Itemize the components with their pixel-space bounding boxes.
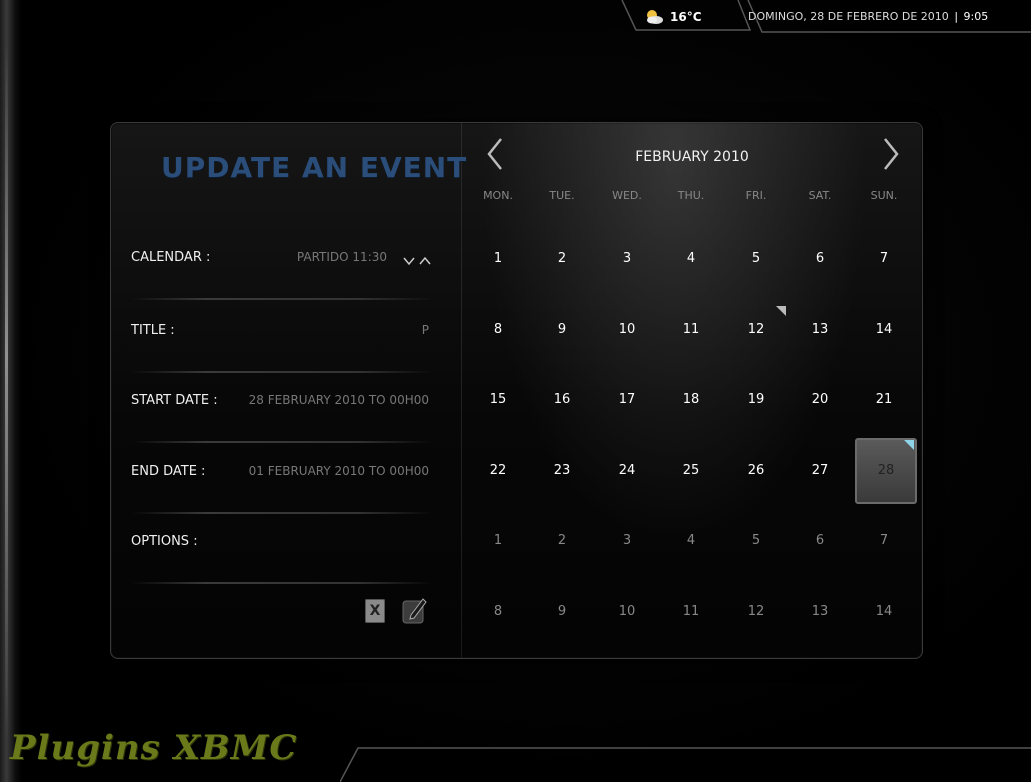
calendar-day[interactable]: 13 (788, 592, 852, 632)
start-date-field-row[interactable]: START DATE : 28 FEBRUARY 2010 TO 00H00 (131, 381, 433, 443)
date-time-separator: | (954, 10, 959, 23)
calendar-day[interactable]: 22 (466, 451, 530, 491)
calendar-day[interactable]: 3 (595, 521, 659, 561)
title-field-row[interactable]: TITLE : P (131, 311, 433, 373)
event-dialog: UPDATE AN EVENT CALENDAR : PARTIDO 11:30… (110, 122, 923, 659)
event-indicator-icon (904, 440, 914, 450)
edit-pencil-icon[interactable] (401, 595, 429, 625)
calendar-day[interactable]: 2 (530, 239, 594, 279)
calendar-spinner (403, 252, 431, 266)
weather-widget[interactable]: 16°C (644, 6, 702, 28)
calendar-day[interactable]: 6 (788, 239, 852, 279)
weekday-label: SAT. (808, 189, 832, 202)
calendar-day[interactable]: 6 (788, 521, 852, 561)
calendar-field-row[interactable]: CALENDAR : PARTIDO 11:30 (131, 238, 433, 300)
options-field-label: OPTIONS : (131, 534, 198, 549)
calendar-day[interactable]: 14 (852, 310, 916, 350)
calendar-day[interactable]: 25 (659, 451, 723, 491)
partly-cloudy-icon (647, 10, 663, 24)
calendar-day[interactable]: 1 (466, 521, 530, 561)
calendar-day[interactable]: 12 (724, 592, 788, 632)
bottom-bar-frame (340, 747, 1031, 782)
calendar-day[interactable]: 21 (852, 380, 916, 420)
title-field-label: TITLE : (131, 323, 175, 338)
end-date-field-value[interactable]: 01 FEBRUARY 2010 TO 00H00 (249, 464, 429, 478)
date-text: DOMINGO, 28 DE FEBRERO DE 2010 (748, 10, 949, 23)
calendar-day[interactable]: 9 (530, 310, 594, 350)
calendar-day[interactable]: 17 (595, 380, 659, 420)
start-date-field-label: START DATE : (131, 393, 218, 408)
event-indicator-icon (776, 306, 786, 316)
calendar-day[interactable]: 19 (724, 380, 788, 420)
calendar-day[interactable]: 15 (466, 380, 530, 420)
calendar-day[interactable]: 13 (788, 310, 852, 350)
dialog-title: UPDATE AN EVENT (161, 151, 468, 184)
calendar-day[interactable]: 12 (724, 310, 788, 350)
calendar-day[interactable]: 4 (659, 239, 723, 279)
cancel-button[interactable]: X (365, 599, 385, 623)
weekday-label: TUE. (549, 189, 575, 202)
calendar-day[interactable]: 18 (659, 380, 723, 420)
calendar-day[interactable]: 2 (530, 521, 594, 561)
options-field-row[interactable]: OPTIONS : (131, 522, 433, 584)
chevron-right-icon (884, 138, 899, 170)
title-field-value[interactable]: P (422, 323, 429, 337)
weekday-label: SUN. (870, 189, 898, 202)
calendar-day[interactable]: 24 (595, 451, 659, 491)
calendar-day[interactable]: 7 (852, 521, 916, 561)
calendar-day[interactable]: 23 (530, 451, 594, 491)
end-date-field-label: END DATE : (131, 464, 206, 479)
calendar-day[interactable]: 10 (595, 310, 659, 350)
next-month-button[interactable] (881, 137, 901, 171)
calendar-field-label: CALENDAR : (131, 250, 211, 265)
calendar-day[interactable]: 7 (852, 239, 916, 279)
calendar-day[interactable]: 11 (659, 592, 723, 632)
time-text: 9:05 (963, 10, 989, 23)
start-date-field-value[interactable]: 28 FEBRUARY 2010 TO 00H00 (249, 393, 429, 407)
previous-month-button[interactable] (485, 137, 505, 171)
weekday-label: FRI. (745, 189, 767, 202)
weekday-label: MON. (483, 189, 513, 202)
date-time-readout: DOMINGO, 28 DE FEBRERO DE 2010 | 9:05 (748, 10, 988, 23)
calendar-day[interactable]: 9 (530, 592, 594, 632)
calendar-day[interactable]: 20 (788, 380, 852, 420)
calendar-day[interactable]: 8 (466, 592, 530, 632)
calendar-day[interactable]: 5 (724, 239, 788, 279)
calendar-day[interactable]: 10 (595, 592, 659, 632)
calendar-day[interactable]: 5 (724, 521, 788, 561)
calendar-day[interactable]: 4 (659, 521, 723, 561)
month-title: FEBRUARY 2010 (635, 149, 749, 165)
watermark-logo: Plugins XBMC (10, 728, 298, 768)
end-date-field-row[interactable]: END DATE : 01 FEBRUARY 2010 TO 00H00 (131, 452, 433, 514)
chevron-up-icon[interactable] (419, 252, 431, 265)
chevron-left-icon (487, 138, 502, 170)
left-edge-decoration (0, 0, 22, 782)
temperature-text: 16°C (670, 10, 702, 24)
calendar-day[interactable]: 26 (724, 451, 788, 491)
calendar-field-value[interactable]: PARTIDO 11:30 (297, 250, 387, 264)
top-status-bar: 16°C DOMINGO, 28 DE FEBRERO DE 2010 | 9:… (620, 0, 1031, 34)
calendar-day[interactable]: 14 (852, 592, 916, 632)
calendar-day[interactable]: 1 (466, 239, 530, 279)
calendar-day[interactable]: 8 (466, 310, 530, 350)
weekday-label: THU. (677, 189, 705, 202)
chevron-down-icon[interactable] (403, 252, 415, 266)
calendar-day[interactable]: 16 (530, 380, 594, 420)
calendar-day[interactable]: 3 (595, 239, 659, 279)
weekday-label: WED. (612, 189, 642, 202)
app-screen: 16°C DOMINGO, 28 DE FEBRERO DE 2010 | 9:… (0, 0, 1031, 782)
calendar-day[interactable]: 27 (788, 451, 852, 491)
calendar-day[interactable]: 11 (659, 310, 723, 350)
